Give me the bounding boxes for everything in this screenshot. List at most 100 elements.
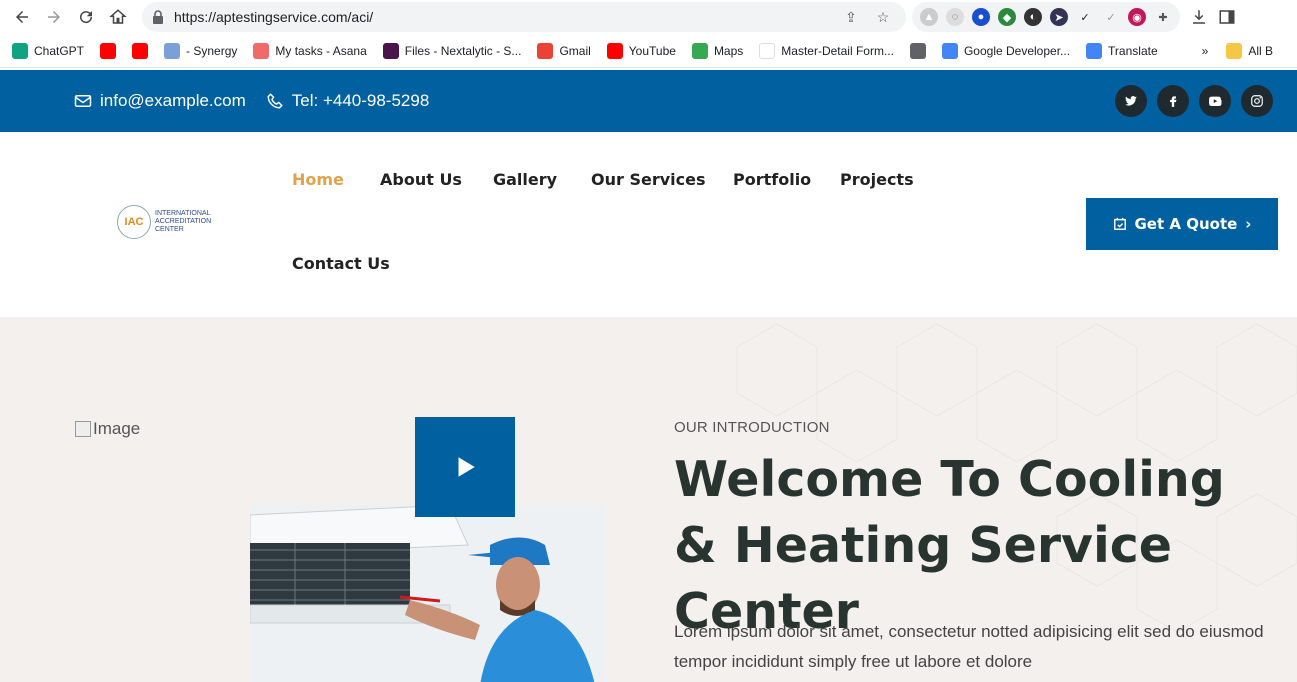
bookmark-label: ChatGPT: [34, 43, 85, 58]
globe-icon: [909, 42, 926, 59]
doc-icon: [164, 42, 181, 59]
technician-photo: [250, 505, 605, 682]
forward-button[interactable]: [38, 1, 70, 33]
bookmark-item[interactable]: ChatGPT: [12, 42, 85, 59]
cursor-icon[interactable]: ➤: [1050, 8, 1068, 26]
nav-about-us[interactable]: About Us: [380, 170, 462, 189]
instagram-link[interactable]: [1241, 85, 1273, 117]
pacman-icon[interactable]: ◐: [1024, 8, 1042, 26]
nav-portfolio[interactable]: Portfolio: [733, 170, 811, 189]
puzzle-icon[interactable]: ✚: [1154, 8, 1172, 26]
youtube-icon: [1209, 96, 1222, 107]
hero-title: Welcome To Cooling & Heating Service Cen…: [674, 451, 1225, 640]
image-alt-text: Image: [93, 419, 141, 438]
maps-icon: [691, 42, 708, 59]
arrow-right-icon: [48, 11, 60, 23]
google-icon: [941, 42, 958, 59]
get-quote-button[interactable]: Get A Quote ›: [1086, 198, 1278, 250]
bookmark-item[interactable]: [100, 42, 117, 59]
video-play-button[interactable]: [415, 417, 515, 517]
bookmark-item[interactable]: My tasks - Asana: [253, 42, 367, 59]
bookmark-item[interactable]: - Synergy: [164, 42, 237, 59]
site-header: IAC INTERNATIONAL ACCREDITATION CENTER H…: [0, 132, 1297, 317]
logo-text: INTERNATIONAL ACCREDITATION CENTER: [155, 210, 212, 233]
all-bookmarks-folder[interactable]: All B: [1226, 42, 1273, 59]
translate-icon: [1086, 42, 1103, 59]
facebook-link[interactable]: [1157, 85, 1189, 117]
bookmark-item[interactable]: YouTube: [606, 42, 676, 59]
folder-icon: [1226, 42, 1243, 59]
share-icon[interactable]: ⇪: [838, 4, 864, 30]
envelope-icon: [74, 95, 92, 107]
bookmark-label: Google Developer...: [963, 43, 1071, 58]
more-bookmarks-button[interactable]: »: [1202, 44, 1209, 58]
browser-chrome: https://aptestingservice.com/aci/ ⇪ ☆ ▲ …: [0, 0, 1297, 70]
logo-emblem: IAC: [117, 205, 151, 239]
nav-contact-us[interactable]: Contact Us: [292, 254, 390, 273]
bookmark-item[interactable]: Files - Nextalytic - S...: [382, 42, 522, 59]
broken-image-icon: [75, 421, 91, 437]
bookmark-label: YouTube: [628, 43, 676, 58]
youtube-icon: [606, 42, 623, 59]
bookmark-item[interactable]: [132, 42, 149, 59]
extensions-area: ▲ ◌ ● ◆ ◐ ➤ ✓ ✓ ◉ ✚: [912, 2, 1180, 32]
url-text: https://aptestingservice.com/aci/: [174, 9, 374, 25]
browser-toolbar: https://aptestingservice.com/aci/ ⇪ ☆ ▲ …: [0, 0, 1297, 34]
nav-home[interactable]: Home: [292, 170, 344, 189]
bookmark-label: Translate: [1108, 43, 1158, 58]
hero-description: Lorem ipsum dolor sit amet, consectetur …: [674, 622, 1264, 671]
phone-text: Tel: +440-98-5298: [291, 91, 430, 110]
phone-contact[interactable]: Tel: +440-98-5298: [266, 91, 430, 111]
check-gray-icon[interactable]: ✓: [1102, 8, 1120, 26]
back-button[interactable]: [6, 1, 38, 33]
address-bar[interactable]: https://aptestingservice.com/aci/ ⇪ ☆: [142, 2, 906, 32]
chevron-right-icon: ›: [1245, 215, 1252, 233]
bookmark-label: Gmail: [559, 43, 591, 58]
bookmark-item[interactable]: Gmail: [537, 42, 591, 59]
email-contact[interactable]: info@example.com: [74, 91, 246, 111]
home-icon: [109, 9, 127, 24]
intro-label: OUR INTRODUCTION: [674, 419, 830, 436]
bookmark-item[interactable]: Translate: [1086, 42, 1158, 59]
check-icon[interactable]: ✓: [1076, 8, 1094, 26]
alien-icon[interactable]: ●: [972, 8, 990, 26]
instagram-icon: [1251, 95, 1263, 107]
bookmark-item[interactable]: [909, 42, 926, 59]
bookmark-label: Files - Nextalytic - S...: [404, 43, 522, 58]
nav-our-services[interactable]: Our Services: [591, 170, 706, 189]
youtube-icon: [100, 42, 117, 59]
blank-icon: [759, 42, 776, 59]
reload-icon: [80, 11, 93, 24]
download-icon[interactable]: [1190, 8, 1208, 26]
toolbar-right: [1190, 8, 1236, 26]
bookmark-label: Maps: [713, 43, 744, 58]
bookmark-item[interactable]: Master-Detail Form...: [759, 42, 894, 59]
bookmark-item[interactable]: Google Developer...: [941, 42, 1071, 59]
social-links: [1115, 85, 1273, 117]
twitter-icon: [1125, 96, 1137, 106]
youtube-link[interactable]: [1199, 85, 1231, 117]
reload-button[interactable]: [70, 1, 102, 33]
extension-icon[interactable]: ▲: [920, 8, 938, 26]
side-panel-icon[interactable]: [1218, 8, 1236, 26]
gmail-icon: [537, 42, 554, 59]
top-info-bar: info@example.com Tel: +440-98-5298: [0, 70, 1297, 132]
ac-technician-illustration: [250, 505, 605, 682]
youtube-icon: [132, 42, 149, 59]
phone-icon: [267, 93, 283, 109]
facebook-icon: [1170, 96, 1177, 107]
nav-gallery[interactable]: Gallery: [493, 170, 557, 189]
calendar-check-icon: [1113, 217, 1126, 230]
nav-projects[interactable]: Projects: [840, 170, 914, 189]
home-button[interactable]: [102, 1, 134, 33]
lock-icon: [153, 10, 163, 24]
bookmark-item[interactable]: Maps: [691, 42, 744, 59]
color-picker-icon[interactable]: ◉: [1128, 8, 1146, 26]
twitter-link[interactable]: [1115, 85, 1147, 117]
site-logo[interactable]: IAC INTERNATIONAL ACCREDITATION CENTER: [117, 205, 211, 239]
mouse-icon[interactable]: ◌: [946, 8, 964, 26]
bookmark-label: My tasks - Asana: [275, 43, 367, 58]
globe-extension-icon[interactable]: ◆: [998, 8, 1016, 26]
star-icon[interactable]: ☆: [870, 4, 896, 30]
arrow-left-icon: [16, 11, 28, 23]
